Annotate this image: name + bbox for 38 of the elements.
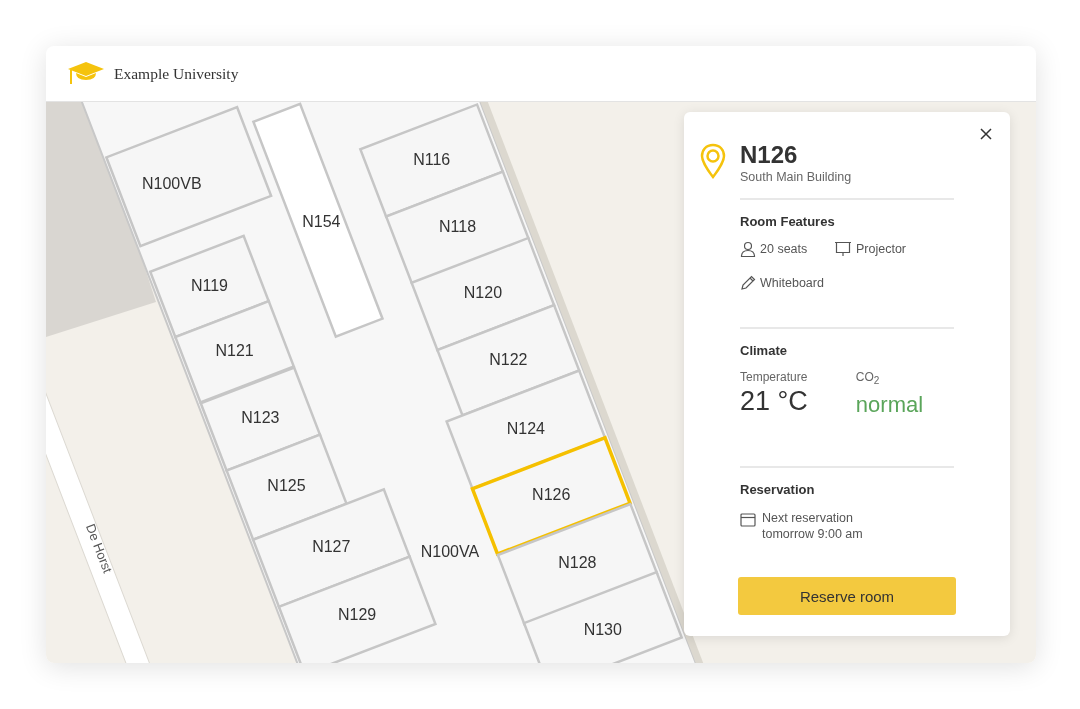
room-label: N128 (558, 554, 597, 572)
co2-status: normal (855, 392, 924, 419)
corridor-label: N100VA (420, 543, 480, 561)
room-label: N120 (463, 284, 503, 302)
room-label: N130 (583, 620, 622, 638)
room-label: N119 (190, 276, 229, 294)
feature-label: Projector (856, 242, 907, 256)
projector-screen-icon (834, 241, 852, 257)
room-label: N125 (267, 477, 306, 495)
room-label: N122 (489, 350, 528, 368)
co2-label: CO$_{2}$ (855, 370, 881, 387)
room-label: N121 (215, 341, 254, 359)
building-name: South Main Building (740, 170, 852, 184)
temperature-label: Temperature (740, 370, 808, 384)
room-label: N127 (312, 538, 351, 556)
section-heading: Climate (740, 343, 788, 358)
room-label: N154 (302, 213, 341, 231)
section-heading: Reservation (740, 482, 816, 498)
reservation-time: tomorrow 9:00 am (762, 527, 863, 542)
room-title: N126 (740, 142, 799, 168)
calendar-icon (740, 513, 756, 528)
room-label: N123 (241, 409, 280, 427)
feature-label: 20 seats (760, 242, 808, 256)
room-label: N124 (506, 419, 545, 437)
brand-name[interactable]: Example University (114, 64, 239, 83)
section-heading: Room Features (740, 214, 836, 229)
pencil-icon (740, 275, 756, 291)
room-label: N118 (438, 217, 477, 235)
location-pin-icon (700, 143, 726, 179)
reserve-button[interactable]: Reserve room (738, 577, 956, 616)
room-label: N129 (337, 605, 377, 623)
person-icon (740, 241, 756, 257)
room-label: N100VB (141, 175, 202, 193)
room-label: N126 (532, 486, 571, 504)
feature-label: Whiteboard (760, 276, 824, 290)
reservation-label: Next reservation (762, 511, 854, 526)
room-label: N116 (413, 150, 451, 168)
temperature-value: 21 °C (740, 386, 808, 417)
